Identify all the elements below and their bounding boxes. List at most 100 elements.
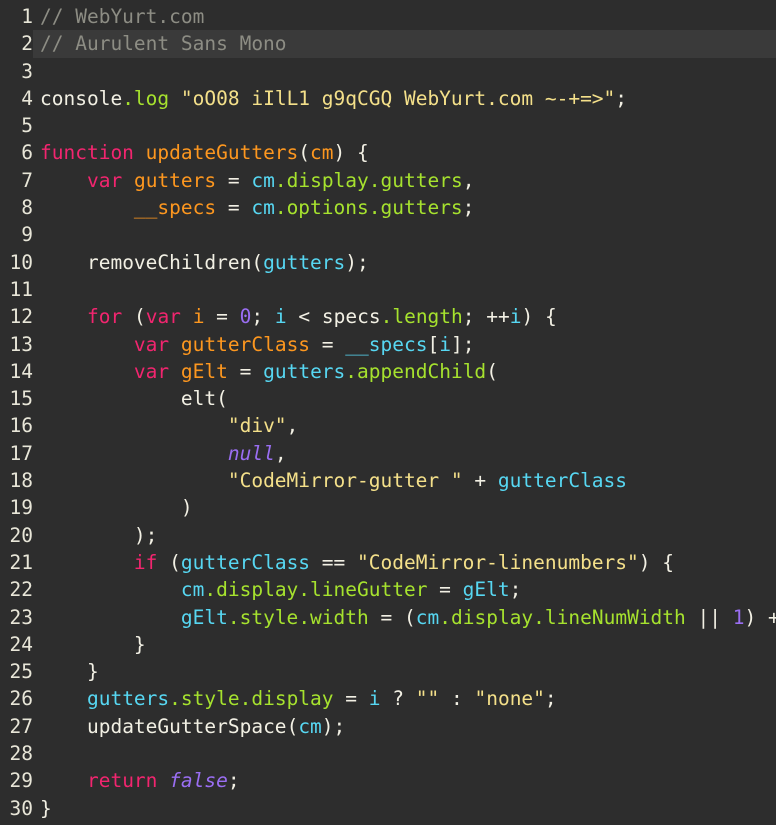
code-token: ; [462,332,475,356]
code-line-content[interactable] [33,112,776,139]
code-line-content[interactable]: console.log "oO08 iIlL1 g9qCGQ WebYurt.c… [33,85,776,112]
code-line[interactable]: 6 function updateGutters(cm) { [0,139,776,166]
code-line-content[interactable]: updateGutterSpace(cm); [33,713,776,740]
line-number: 18 [9,469,33,493]
code-token: ); [321,714,346,738]
code-line-content[interactable]: // WebYurt.com [33,3,776,30]
code-token: __specs [345,332,428,356]
code-line[interactable]: 21 if (gutterClass == "CodeMirror-linenu… [0,549,776,576]
code-token: ( [404,605,416,629]
code-line-content[interactable]: "div", [33,412,776,439]
code-line-content[interactable]: ); [33,522,776,549]
code-line[interactable]: 2 // Aurulent Sans Mono [0,30,776,58]
code-line[interactable]: 20 ); [0,522,776,549]
code-token: .options [274,196,369,220]
code-line-content[interactable] [33,221,776,248]
code-lines-container[interactable]: 1 // WebYurt.com 2 // Aurulent Sans Mono 3 4… [0,0,776,822]
code-token: "none" [474,687,545,711]
code-line-content[interactable]: } [33,658,776,685]
code-line[interactable]: 15 elt( [0,385,776,412]
code-token: cm [180,578,205,602]
code-line-content[interactable]: return false; [33,767,776,794]
code-editor[interactable]: 1 // WebYurt.com 2 // Aurulent Sans Mono 3 4… [0,0,776,825]
code-line[interactable]: 3 [0,58,776,85]
code-line-content[interactable]: "CodeMirror-gutter " + gutterClass [33,467,776,494]
code-token: updateGutterSpace [86,714,287,738]
line-number: 7 [21,168,33,192]
code-line-content[interactable]: var gElt = gutters.appendChild( [33,358,776,385]
code-line-content[interactable]: gutters.style.display = i ? "" : "none"; [33,685,776,712]
code-line-content[interactable]: var gutterClass = __specs[i]; [33,331,776,358]
code-line-content[interactable]: removeChildren(gutters); [33,249,776,276]
code-line-content[interactable] [33,276,776,303]
code-line[interactable]: 11 [0,276,776,303]
code-line[interactable]: 12 for (var i = 0; i < specs.length; ++i… [0,303,776,330]
code-line-content[interactable]: if (gutterClass == "CodeMirror-linenumbe… [33,549,776,576]
code-line-content[interactable]: ) [33,494,776,521]
code-line[interactable]: 25 } [0,658,776,685]
code-line[interactable]: 24 } [0,631,776,658]
code-line[interactable]: 14 var gElt = gutters.appendChild( [0,358,776,385]
code-line-content[interactable]: } [33,795,776,822]
line-number: 13 [9,332,33,356]
code-line[interactable]: 29 return false; [0,767,776,794]
code-line-content[interactable]: elt( [33,385,776,412]
code-line[interactable]: 4 console.log "oO08 iIlL1 g9qCGQ WebYurt.… [0,85,776,112]
code-line-content[interactable]: gElt.style.width = (cm.display.lineNumWi… [33,604,776,631]
code-token: = [216,168,252,192]
code-line[interactable]: 16 "div", [0,412,776,439]
code-token: cm [310,141,334,165]
code-line-content[interactable]: cm.display.lineGutter = gElt; [33,576,776,603]
code-line[interactable]: 22 cm.display.lineGutter = gElt; [0,576,776,603]
code-line-content[interactable]: __specs = cm.options.gutters; [33,194,776,221]
code-line[interactable]: 26 gutters.style.display = i ? "" : "non… [0,685,776,712]
code-line[interactable]: 19 ) [0,494,776,521]
code-token: gutters [133,168,217,192]
code-line[interactable]: 28 [0,740,776,767]
code-token: , [286,414,299,438]
code-token: var [133,332,170,356]
code-line[interactable]: 30} [0,795,776,822]
code-token: i [274,305,287,329]
line-number: 20 [9,523,33,547]
code-line[interactable]: 1 // WebYurt.com [0,3,776,30]
code-line[interactable]: 27 updateGutterSpace(cm); [0,713,776,740]
code-token: gutterClass [180,550,311,574]
code-line-content[interactable]: function updateGutters(cm) { [33,139,776,166]
code-line-content[interactable] [33,740,776,767]
code-token: "CodeMirror-linenumbers" [357,550,639,574]
code-token: var [86,168,123,192]
code-line-content[interactable]: // Aurulent Sans Mono [33,30,776,58]
code-token: return [86,769,158,793]
code-line[interactable]: 5 [0,112,776,139]
code-line[interactable]: 13 var gutterClass = __specs[i]; [0,331,776,358]
line-number: 28 [9,742,33,766]
line-number: 30 [9,796,33,820]
code-line[interactable]: 7 var gutters = cm.display.gutters, [0,167,776,194]
code-token: if [133,550,158,574]
code-token: ) [744,605,757,629]
code-line[interactable]: 17 null, [0,440,776,467]
code-line-content[interactable]: for (var i = 0; i < specs.length; ++i) { [33,303,776,330]
code-line[interactable]: 10 removeChildren(gutters); [0,249,776,276]
code-line[interactable]: 9 [0,221,776,248]
code-line[interactable]: 18 "CodeMirror-gutter " + gutterClass [0,467,776,494]
code-token: gutters [263,250,346,274]
code-token: .gutters [368,168,463,192]
code-line-content[interactable] [33,58,776,85]
code-line[interactable]: 8 __specs = cm.options.gutters; [0,194,776,221]
code-line[interactable]: 23 gElt.style.width = (cm.display.lineNu… [0,604,776,631]
code-token: .width [298,605,369,629]
code-line-content[interactable]: null, [33,440,776,467]
code-line-content[interactable]: var gutters = cm.display.gutters, [33,167,776,194]
code-line-content[interactable]: } [33,631,776,658]
code-token: var [133,359,170,383]
